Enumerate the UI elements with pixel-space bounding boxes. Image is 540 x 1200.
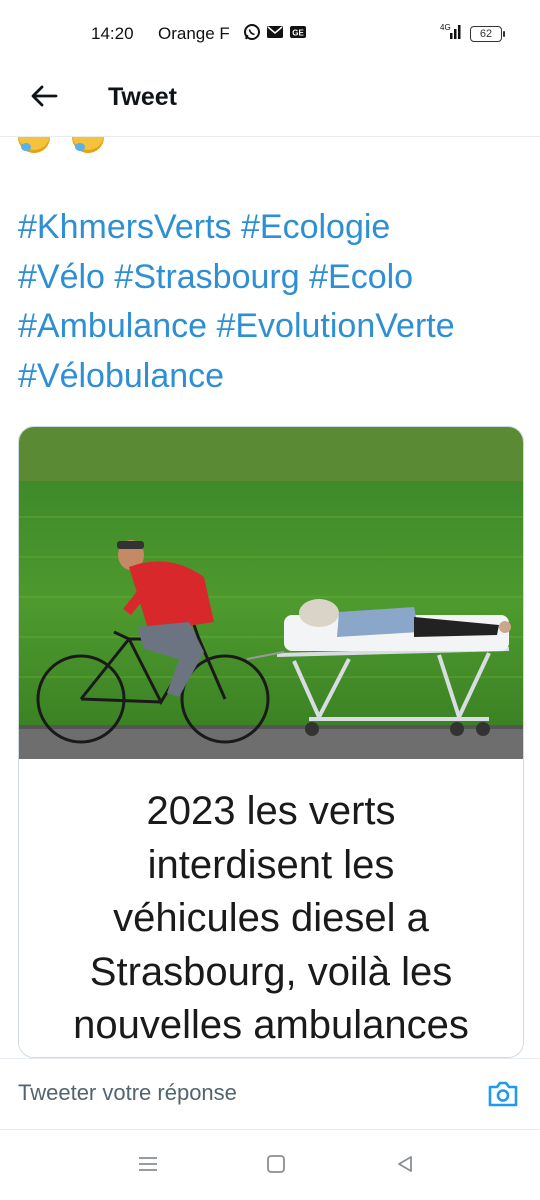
- hashtag-link[interactable]: #KhmersVerts: [18, 208, 232, 246]
- status-carrier: Orange F: [158, 24, 230, 43]
- top-app-bar: Tweet: [0, 64, 540, 137]
- media-caption: 2023 les verts interdisent les véhicules…: [19, 759, 523, 1057]
- tweet-hashtags: #KhmersVerts #Ecologie #Vélo #Strasbourg…: [18, 203, 533, 401]
- whatsapp-icon: [243, 23, 261, 46]
- notification-icons: GE: [243, 23, 307, 46]
- system-back-button[interactable]: [390, 1154, 420, 1178]
- hashtag-line: #Vélo #Strasbourg #Ecolo: [18, 253, 533, 303]
- laughing-emoji-icon: [72, 137, 104, 153]
- hashtag-link[interactable]: #Ecologie: [241, 208, 390, 246]
- hashtag-link[interactable]: #Vélo: [18, 258, 105, 296]
- recent-apps-button[interactable]: [133, 1154, 163, 1178]
- system-nav-bar: [0, 1130, 540, 1200]
- hashtag-line: #KhmersVerts #Ecologie: [18, 203, 533, 253]
- arrow-left-icon: [30, 84, 58, 113]
- home-square-icon: [266, 1154, 286, 1179]
- battery-icon: 62: [470, 25, 505, 42]
- tweet-media[interactable]: 2023 les verts interdisent les véhicules…: [18, 426, 524, 1058]
- camera-button[interactable]: [487, 1080, 521, 1110]
- menu-icon: [137, 1155, 159, 1178]
- hashtag-link[interactable]: #Vélobulance: [18, 357, 224, 395]
- status-bar: 14:20 Orange F GE 4G 62: [0, 0, 540, 64]
- back-triangle-icon: [395, 1154, 415, 1179]
- status-right: 4G 62: [440, 22, 505, 45]
- laughing-emoji-icon: [18, 137, 50, 153]
- hashtag-line: #Ambulance #EvolutionVerte: [18, 302, 533, 352]
- hashtag-link[interactable]: #Strasbourg: [114, 258, 299, 296]
- mail-icon: [266, 25, 284, 44]
- news-icon: GE: [289, 25, 307, 44]
- hashtag-link[interactable]: #Ecolo: [309, 258, 413, 296]
- page-title: Tweet: [108, 83, 177, 111]
- hashtag-link[interactable]: #Ambulance: [18, 307, 207, 345]
- emoji-row: [18, 137, 138, 153]
- camera-icon: [487, 1081, 519, 1112]
- hashtag-link[interactable]: #EvolutionVerte: [216, 307, 454, 345]
- svg-text:4G: 4G: [440, 23, 451, 32]
- bicycle-ambulance-photo: [19, 427, 523, 759]
- svg-text:GE: GE: [292, 29, 304, 38]
- reply-bar: [0, 1058, 540, 1130]
- back-button[interactable]: [24, 78, 64, 118]
- hashtag-line: #Vélobulance: [18, 352, 533, 402]
- home-button[interactable]: [261, 1154, 291, 1178]
- status-time: 14:20: [91, 24, 134, 43]
- reply-input[interactable]: [18, 1073, 458, 1113]
- signal-icon: 4G: [440, 22, 462, 45]
